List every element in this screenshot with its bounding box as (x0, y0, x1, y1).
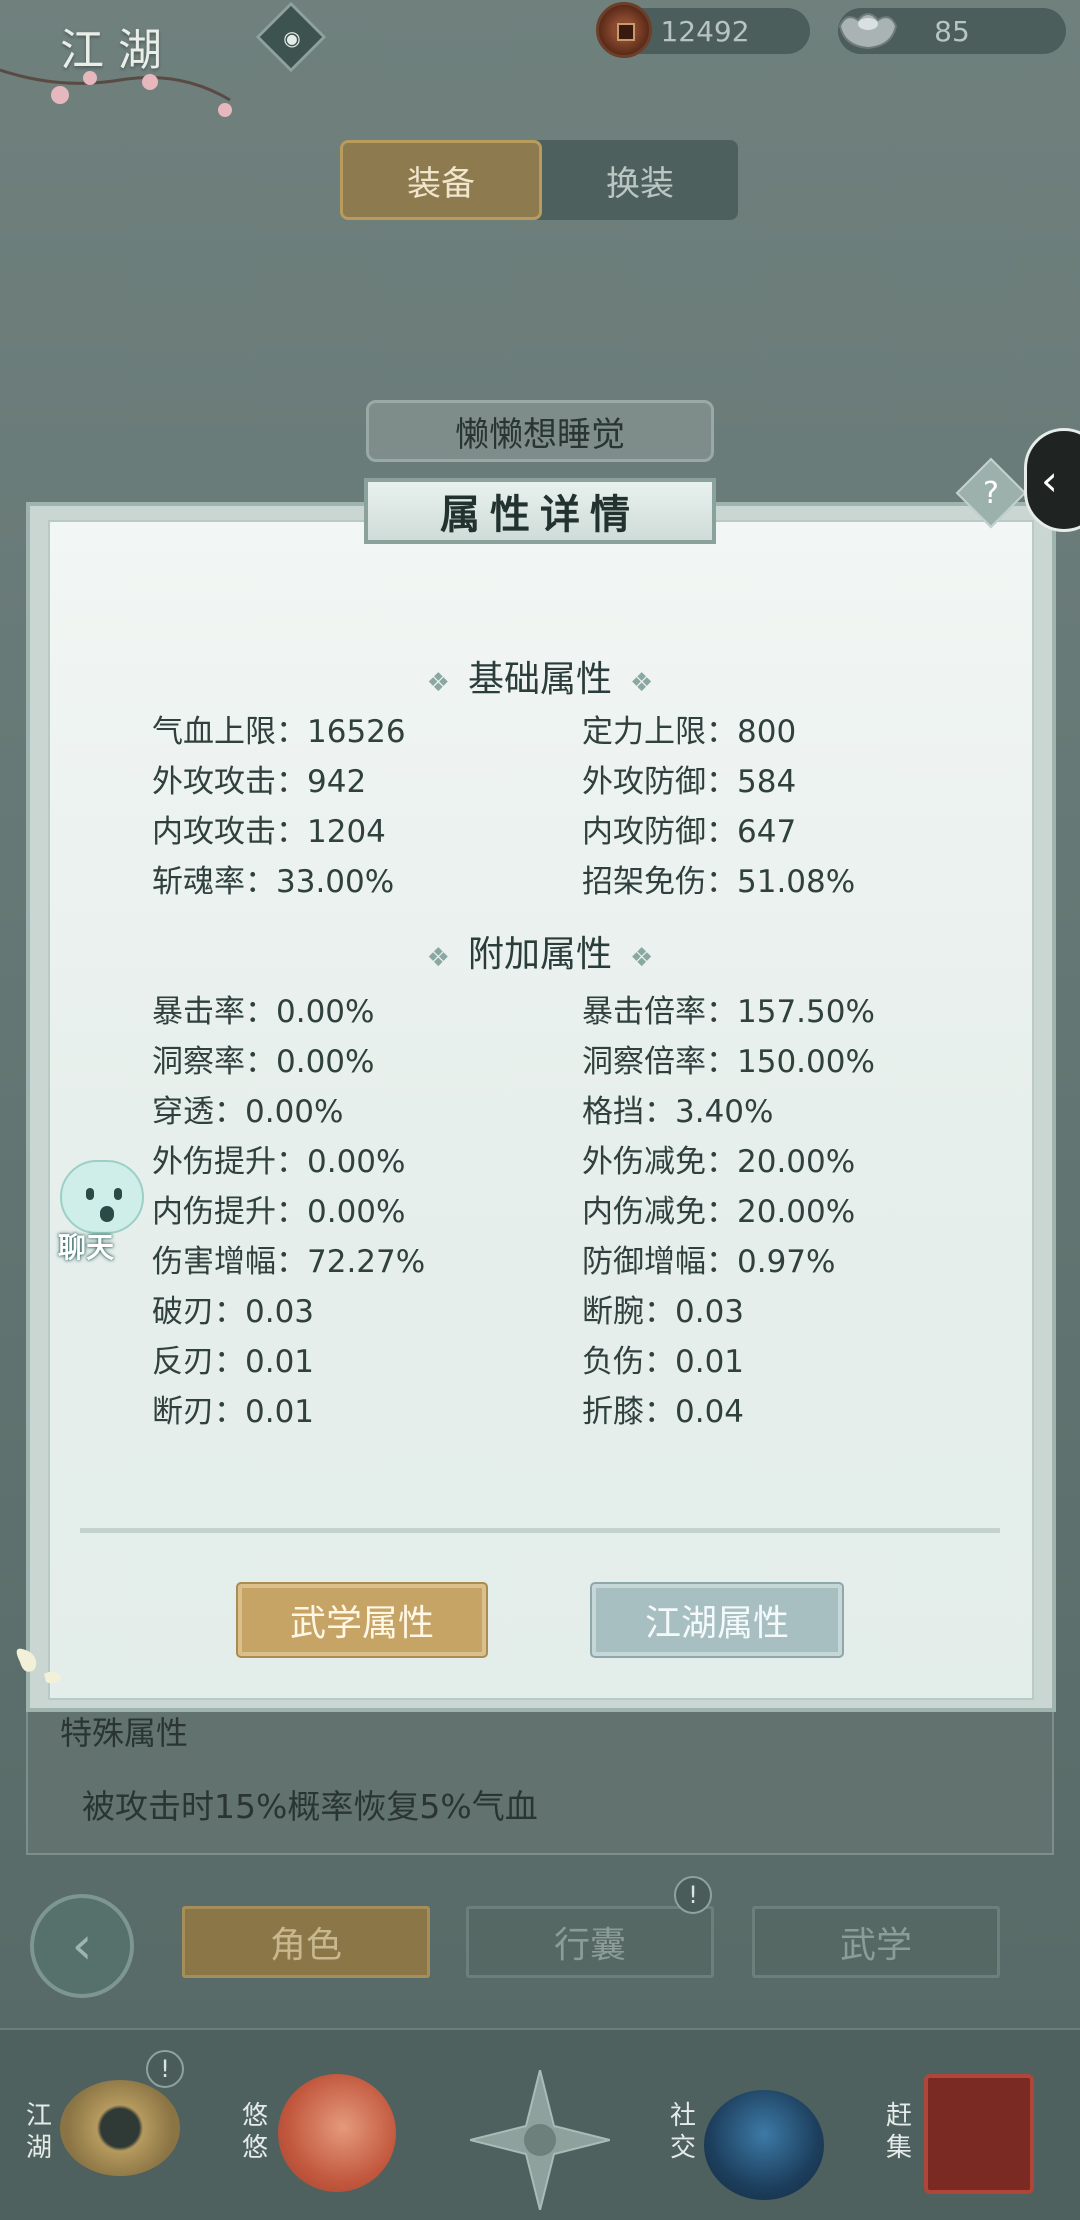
basic-attr-heading: ❖ 基础属性 ❖ (0, 650, 1080, 702)
chat-label: 聊天 (58, 1231, 115, 1264)
back-button[interactable]: ‹ (30, 1894, 134, 1998)
silver-ingot-icon (838, 13, 898, 50)
special-attr-text: 被攻击时15%概率恢复5%气血 (82, 1787, 538, 1826)
jianghu-alert-icon: ! (146, 2050, 184, 2088)
stat-counter-blade: 反刃：0.01 (152, 1344, 315, 1380)
bottom-market-label: 赶集 (885, 2101, 912, 2163)
modal-divider (80, 1528, 1000, 1533)
stat-def-amplify: 防御增幅：0.97% (582, 1244, 836, 1280)
nav-bag-button[interactable]: 行囊 (466, 1906, 714, 1978)
bottom-center-button[interactable] (469, 2069, 611, 2211)
character-name: 懒懒想睡觉 (366, 400, 714, 462)
stat-int-defense: 内攻防御：647 (582, 814, 797, 850)
stat-int-dmg-boost: 内伤提升：0.00% (152, 1194, 406, 1230)
stat-crit-multiplier: 暴击倍率：157.50% (582, 994, 875, 1030)
chat-ghost-icon (60, 1160, 144, 1234)
special-attr-title: 特殊属性 (60, 1714, 189, 1752)
back-arrow-icon: ‹ (71, 1916, 93, 1976)
basic-attr-heading-text: 基础属性 (467, 659, 612, 700)
bottom-youyou-label: 悠悠 (241, 2101, 268, 2163)
collapse-side-button[interactable]: ‹ (1024, 428, 1080, 532)
market-basket-icon (924, 2074, 1034, 2194)
stat-soul-rate: 斩魂率：33.00% (152, 864, 395, 900)
stat-wound: 负伤：0.01 (582, 1344, 745, 1380)
tab-equipment[interactable]: 装备 (340, 140, 542, 220)
copper-amount: 12492 (660, 14, 750, 48)
stat-int-dmg-reduction: 内伤减免：20.00% (582, 1194, 856, 1230)
help-icon: ? (983, 475, 999, 511)
nav-role-button[interactable]: 角色 (182, 1906, 430, 1978)
copper-coin-icon (596, 2, 652, 58)
stat-break-wrist: 断腕：0.03 (582, 1294, 745, 1330)
equipment-tabs: 装备 换装 (340, 140, 738, 220)
bag-alert-icon: ! (674, 1876, 712, 1914)
diamond-ornament-icon: ❖ (630, 668, 654, 698)
extra-attr-heading: ❖ 附加属性 ❖ (0, 925, 1080, 977)
stat-ext-attack: 外攻攻击：942 (152, 764, 367, 800)
martial-attr-button[interactable]: 武学属性 (238, 1584, 486, 1656)
stat-penetration: 穿透：0.00% (152, 1094, 344, 1130)
modal-title: 属性详情 (364, 478, 716, 544)
stat-break-knee: 折膝：0.04 (582, 1394, 745, 1430)
chevron-left-icon: ‹ (1041, 455, 1058, 505)
stat-ext-defense: 外攻防御：584 (582, 764, 797, 800)
stat-insight-rate: 洞察率：0.00% (152, 1044, 375, 1080)
bottom-social-label: 社交 (669, 2101, 696, 2163)
stat-insight-multiplier: 洞察倍率：150.00% (582, 1044, 875, 1080)
stat-dmg-amplify: 伤害增幅：72.27% (152, 1244, 426, 1280)
swallow-sun-icon (278, 2074, 396, 2192)
stat-int-attack: 内攻攻击：1204 (152, 814, 386, 850)
page-title: 江湖 (60, 25, 176, 76)
compass-star-icon (469, 2069, 611, 2211)
silver-amount: 85 (934, 14, 970, 48)
stat-hp-max: 气血上限：16526 (152, 714, 406, 750)
stat-ext-dmg-reduction: 外伤减免：20.00% (582, 1144, 856, 1180)
diamond-ornament-icon: ❖ (426, 668, 450, 698)
stat-snap-blade: 断刃：0.01 (152, 1394, 315, 1430)
stat-parry-reduction: 招架免伤：51.08% (582, 864, 856, 900)
tab-outfit[interactable]: 换装 (542, 140, 738, 220)
nav-skill-button[interactable]: 武学 (752, 1906, 1000, 1978)
stat-focus-max: 定力上限：800 (582, 714, 797, 750)
straw-hat-icon (60, 2080, 180, 2176)
jianghu-attr-button[interactable]: 江湖属性 (592, 1584, 842, 1656)
wave-icon (704, 2090, 824, 2200)
bottom-jianghu-label: 江湖 (25, 2101, 52, 2163)
stat-crit-rate: 暴击率：0.00% (152, 994, 375, 1030)
stat-block: 格挡：3.40% (582, 1094, 774, 1130)
chat-button[interactable]: 聊天 (46, 1160, 146, 1264)
stat-ext-dmg-boost: 外伤提升：0.00% (152, 1144, 406, 1180)
diamond-ornament-icon: ❖ (426, 943, 450, 973)
stat-break-blade: 破刃：0.03 (152, 1294, 315, 1330)
butterfly-icon (16, 1648, 62, 1684)
diamond-ornament-icon: ❖ (630, 943, 654, 973)
extra-attr-heading-text: 附加属性 (467, 934, 612, 975)
map-pin-icon: ◉ (283, 26, 301, 50)
top-bar: 江湖 ◉ 12492 85 (0, 0, 1080, 117)
